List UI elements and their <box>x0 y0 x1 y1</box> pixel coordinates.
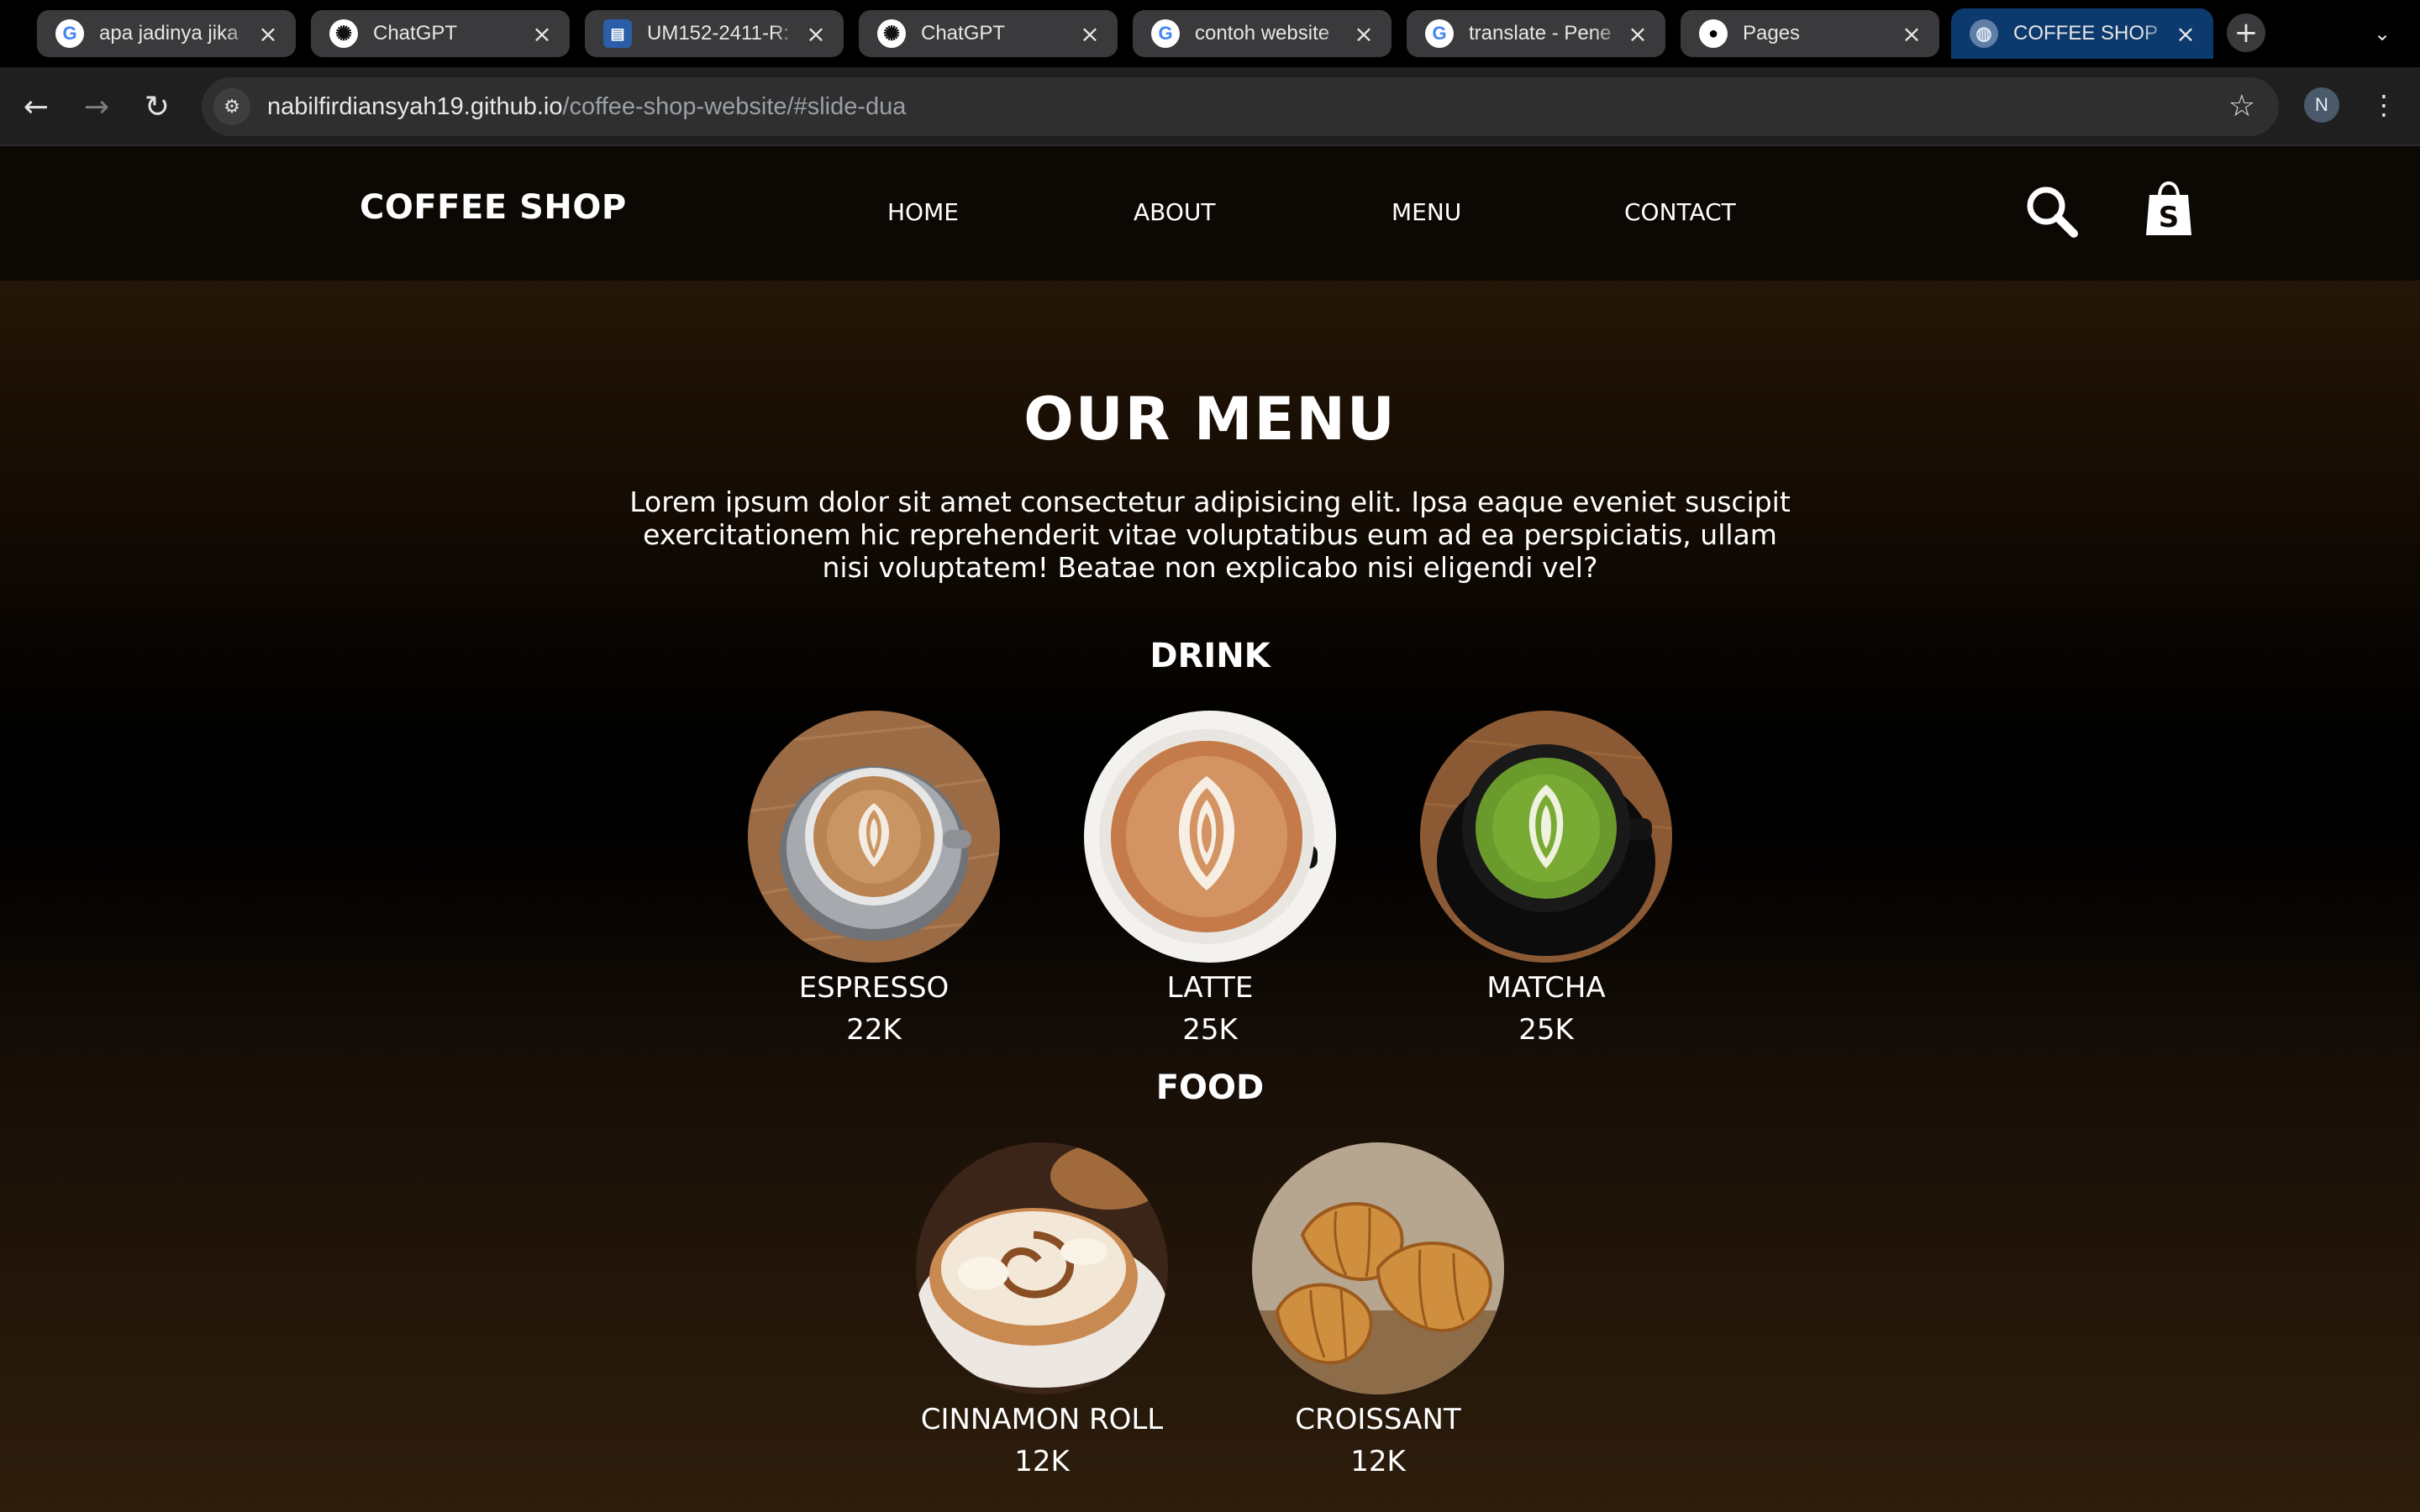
croissant-image <box>1252 1142 1504 1394</box>
tab-label: UM152-2411-R: <box>647 22 789 45</box>
address-bar[interactable]: ⚙ nabilfirdiansyah19.github.io/coffee-sh… <box>202 77 2279 136</box>
nav-link-about[interactable]: ABOUT <box>1134 198 1216 226</box>
close-icon[interactable]: × <box>1625 20 1650 48</box>
item-name: CROISSANT <box>1295 1403 1461 1436</box>
item-name: ESPRESSO <box>798 971 950 1005</box>
browser-tab[interactable]: ✺ ChatGPT × <box>859 10 1118 57</box>
menu-title: OUR MENU <box>1023 385 1397 454</box>
profile-avatar[interactable]: N <box>2304 87 2339 123</box>
close-icon[interactable]: × <box>803 20 829 48</box>
item-name: CINNAMON ROLL <box>920 1403 1164 1436</box>
item-name: LATTE <box>1166 971 1254 1005</box>
close-icon[interactable]: × <box>529 20 555 48</box>
close-icon[interactable]: × <box>1077 20 1102 48</box>
item-price: 22K <box>846 1013 902 1047</box>
browser-tab[interactable]: ● Pages × <box>1681 10 1939 57</box>
menu-item-latte[interactable]: LATTE 25K <box>1042 711 1378 1047</box>
latte-image <box>1084 711 1336 963</box>
menu-intro-text: Lorem ipsum dolor sit amet consectetur a… <box>629 486 1791 584</box>
menu-item-matcha[interactable]: MATCHA 25K <box>1378 711 1714 1047</box>
close-icon[interactable]: × <box>2173 20 2198 48</box>
browser-tab[interactable]: G contoh website × <box>1133 10 1392 57</box>
reload-icon[interactable]: ↻ <box>136 86 178 128</box>
browser-tab[interactable]: ▤ UM152-2411-R: × <box>585 10 844 57</box>
site-brand[interactable]: COFFEE SHOP <box>360 188 627 227</box>
close-icon[interactable]: × <box>1351 20 1376 48</box>
site-navbar: COFFEE SHOP HOME ABOUT MENU CONTACT S <box>0 146 2420 281</box>
url-host: nabilfirdiansyah19.github.io <box>267 92 563 120</box>
tab-label: contoh website <box>1195 22 1330 45</box>
github-icon: ● <box>1699 19 1728 48</box>
close-icon[interactable]: × <box>1899 20 1924 48</box>
page-content: COFFEE SHOP HOME ABOUT MENU CONTACT S OU… <box>0 146 2420 1512</box>
item-price: 12K <box>1350 1445 1406 1478</box>
new-tab-button[interactable]: + <box>2227 13 2265 52</box>
browser-menu-icon[interactable]: ⋮ <box>2370 84 2398 126</box>
espresso-image <box>748 711 1000 963</box>
document-icon: ▤ <box>603 19 632 48</box>
back-arrow-icon[interactable]: ← <box>15 86 57 128</box>
browser-toolbar: ← → ↻ ⚙ nabilfirdiansyah19.github.io/cof… <box>0 67 2420 146</box>
browser-tab[interactable]: G apa jadinya jika × <box>37 10 296 57</box>
tab-label: translate - Pene <box>1469 22 1612 45</box>
url-path: /coffee-shop-website/#slide-dua <box>562 92 907 120</box>
tab-label: ChatGPT <box>921 22 1006 45</box>
browser-tab[interactable]: ✺ ChatGPT × <box>311 10 570 57</box>
item-name: MATCHA <box>1486 971 1606 1005</box>
menu-item-croissant[interactable]: CROISSANT 12K <box>1210 1142 1546 1478</box>
chatgpt-icon: ✺ <box>877 19 906 48</box>
tab-label: Pages <box>1743 22 1801 45</box>
bookmark-star-icon[interactable]: ☆ <box>2228 89 2255 123</box>
tab-label: ChatGPT <box>373 22 458 45</box>
url-text[interactable]: nabilfirdiansyah19.github.io/coffee-shop… <box>267 93 906 121</box>
shopify-bag-icon[interactable]: S <box>2144 181 2193 240</box>
svg-text:S: S <box>2159 201 2180 234</box>
forward-arrow-icon[interactable]: → <box>76 86 118 128</box>
item-price: 25K <box>1518 1013 1574 1047</box>
nav-link-home[interactable]: HOME <box>887 198 959 226</box>
tab-strip: G apa jadinya jika × ✺ ChatGPT × ▤ UM152… <box>0 0 2420 67</box>
google-icon: G <box>55 19 84 48</box>
item-price: 12K <box>1014 1445 1070 1478</box>
site-info-icon[interactable]: ⚙ <box>213 88 250 125</box>
google-icon: G <box>1151 19 1180 48</box>
nav-link-contact[interactable]: CONTACT <box>1624 198 1736 226</box>
tab-label: apa jadinya jika <box>99 22 239 45</box>
chatgpt-icon: ✺ <box>329 19 358 48</box>
cinnamon-roll-image <box>916 1142 1168 1394</box>
item-price: 25K <box>1182 1013 1238 1047</box>
search-icon[interactable] <box>2025 185 2079 242</box>
matcha-image <box>1420 711 1672 963</box>
browser-tab[interactable]: G translate - Pene × <box>1407 10 1665 57</box>
browser-tab-active[interactable]: ◍ COFFEE SHOP × <box>1951 8 2213 59</box>
drink-section-title: DRINK <box>1150 637 1270 675</box>
tab-label: COFFEE SHOP <box>2013 22 2159 45</box>
menu-item-espresso[interactable]: ESPRESSO 22K <box>706 711 1042 1047</box>
menu-item-cinnamon-roll[interactable]: CINNAMON ROLL 12K <box>874 1142 1210 1478</box>
tab-search-chevron-icon[interactable]: ⌄ <box>2365 18 2399 49</box>
globe-icon: ◍ <box>1970 19 1998 48</box>
close-icon[interactable]: × <box>255 20 281 48</box>
nav-link-menu[interactable]: MENU <box>1392 198 1461 226</box>
food-section-title: FOOD <box>1155 1068 1265 1107</box>
google-icon: G <box>1425 19 1454 48</box>
